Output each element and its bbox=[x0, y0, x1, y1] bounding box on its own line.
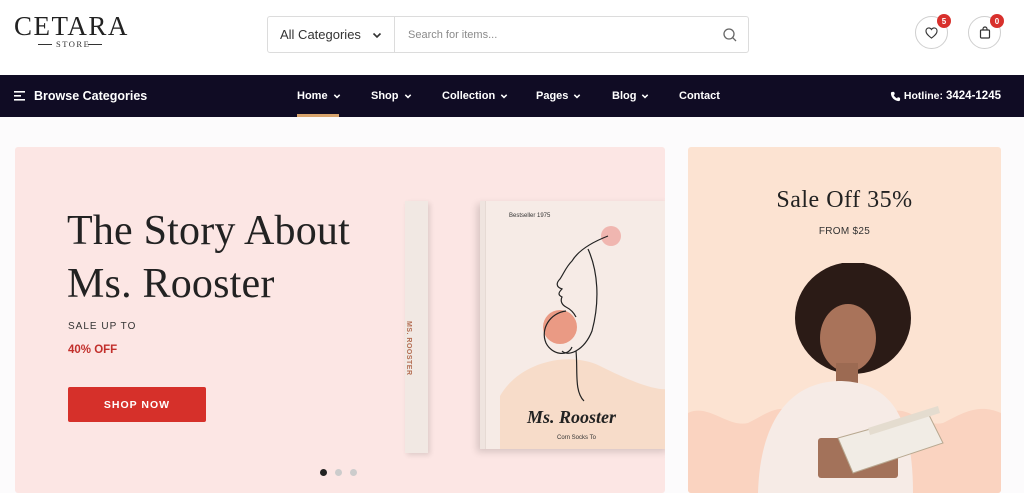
search-icon bbox=[723, 28, 737, 42]
nav-item-blog[interactable]: Blog bbox=[612, 75, 649, 117]
chevron-down-icon bbox=[574, 94, 581, 99]
search-button[interactable] bbox=[720, 25, 740, 45]
nav-item-label: Shop bbox=[371, 90, 399, 102]
woman-reading-book-image bbox=[688, 263, 1001, 493]
cart-button[interactable]: 0 bbox=[968, 14, 1004, 49]
hero-discount: 40% OFF bbox=[68, 344, 118, 356]
nav-item-collection[interactable]: Collection bbox=[442, 75, 508, 117]
logo-divider-left bbox=[38, 44, 52, 45]
nav-item-label: Contact bbox=[679, 90, 720, 102]
logo-divider-right bbox=[88, 44, 102, 45]
chevron-down-icon bbox=[500, 94, 508, 99]
browse-categories-button[interactable]: Browse Categories bbox=[14, 75, 147, 117]
book-cover-image: Bestseller 1975 Ms. Rooster Corn Socks T… bbox=[480, 201, 665, 449]
nav-item-pages[interactable]: Pages bbox=[536, 75, 581, 117]
slider-dot[interactable] bbox=[350, 469, 357, 476]
hero-title-line1: The Story About bbox=[67, 208, 350, 254]
category-select-value: All Categories bbox=[280, 27, 361, 42]
hotline-label: Hotline: bbox=[903, 90, 943, 102]
hotline-number: 3424-1245 bbox=[946, 90, 1001, 102]
chevron-down-icon bbox=[642, 94, 649, 99]
nav-item-label: Blog bbox=[612, 90, 637, 102]
brand-name: CETARA bbox=[14, 11, 129, 41]
brand-tagline: STORE bbox=[56, 39, 91, 49]
main-navbar: Browse Categories Home Shop Collection P… bbox=[0, 75, 1024, 117]
wishlist-count-badge: 5 bbox=[937, 14, 951, 28]
promo-price-from: FROM $25 bbox=[818, 226, 871, 237]
category-select[interactable]: All Categories bbox=[268, 17, 395, 52]
book-subtitle: Corn Socks To bbox=[557, 435, 596, 441]
wishlist-button[interactable]: 5 bbox=[915, 14, 951, 49]
hero-slider: The Story About Ms. Rooster SALE UP TO 4… bbox=[15, 147, 665, 493]
hotline[interactable]: Hotline: 3424-1245 bbox=[890, 75, 1001, 117]
chevron-down-icon bbox=[404, 94, 411, 99]
book-spine-image: MS. ROOSTER bbox=[405, 201, 428, 453]
book-spine-text: MS. ROOSTER bbox=[405, 321, 412, 376]
browse-categories-label: Browse Categories bbox=[34, 89, 148, 103]
nav-item-label: Pages bbox=[536, 90, 569, 102]
hero-title: The Story About Ms. Rooster bbox=[67, 205, 350, 311]
nav-item-label: Collection bbox=[442, 90, 496, 102]
search-input[interactable] bbox=[396, 17, 716, 52]
promo-title: Sale Off 35% bbox=[776, 187, 913, 213]
phone-icon bbox=[890, 91, 901, 101]
hero-sale-label: SALE UP TO bbox=[68, 321, 137, 332]
shop-now-button[interactable]: SHOP NOW bbox=[68, 387, 206, 422]
hero-title-line2: Ms. Rooster bbox=[67, 261, 275, 307]
nav-item-shop[interactable]: Shop bbox=[371, 75, 412, 117]
shopping-bag-icon bbox=[979, 26, 990, 39]
chevron-down-icon bbox=[372, 32, 382, 38]
slider-pagination bbox=[320, 469, 357, 476]
search-bar: All Categories bbox=[267, 16, 749, 53]
nav-item-label: Home bbox=[297, 90, 328, 102]
book-title: Ms. Rooster bbox=[527, 407, 617, 427]
chevron-down-icon bbox=[333, 94, 340, 99]
nav-item-home[interactable]: Home bbox=[297, 75, 341, 117]
menu-icon bbox=[14, 91, 25, 101]
top-header: CETARA STORE All Categories 5 0 bbox=[0, 0, 1024, 76]
promo-banner[interactable]: Sale Off 35% FROM $25 bbox=[688, 147, 1001, 493]
nav-item-contact[interactable]: Contact bbox=[679, 75, 720, 117]
slider-dot[interactable] bbox=[335, 469, 342, 476]
cart-count-badge: 0 bbox=[990, 14, 1004, 28]
brand-logo[interactable]: CETARA STORE bbox=[14, 11, 129, 52]
slider-dot[interactable] bbox=[320, 469, 327, 476]
heart-icon bbox=[925, 26, 938, 39]
